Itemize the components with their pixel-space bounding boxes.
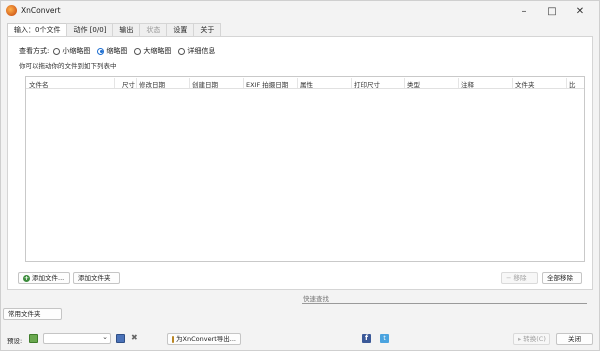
twitter-icon[interactable]: t bbox=[380, 334, 389, 343]
column-separator bbox=[512, 78, 513, 88]
column-separator bbox=[114, 78, 115, 88]
minimize-icon[interactable]: – bbox=[510, 1, 538, 21]
column-exif-date[interactable]: EXIF 拍摄日期 bbox=[246, 79, 288, 89]
column-separator bbox=[189, 78, 190, 88]
radio-icon[interactable] bbox=[178, 47, 186, 55]
radio-icon[interactable] bbox=[134, 47, 142, 55]
export-icon bbox=[172, 335, 175, 343]
close-window-icon[interactable]: ✕ bbox=[566, 1, 594, 21]
remove-all-button[interactable]: 全部移除 bbox=[542, 272, 582, 284]
input-panel: 查看方式: 小缩略图 缩略图 大缩略图 详细信息 你可以拖动你的文件到如下列表中… bbox=[7, 36, 593, 290]
save-preset-icon[interactable] bbox=[116, 334, 125, 343]
column-attributes[interactable]: 属性 bbox=[300, 79, 313, 89]
facebook-icon[interactable]: f bbox=[362, 334, 371, 343]
view-option-small-thumbnails[interactable]: 小缩略图 bbox=[53, 46, 90, 56]
app-logo-icon bbox=[6, 5, 17, 16]
column-separator bbox=[404, 78, 405, 88]
view-option-thumbnails[interactable]: 缩略图 bbox=[97, 46, 127, 56]
column-modified-date[interactable]: 修改日期 bbox=[139, 79, 165, 89]
convert-button[interactable]: ▸ 转换(C) bbox=[513, 333, 550, 345]
column-ratio[interactable]: 比 bbox=[569, 79, 576, 89]
tab-output[interactable]: 输出 bbox=[112, 23, 141, 36]
add-folder-button[interactable]: 添加文件夹 bbox=[73, 272, 120, 284]
remove-icon: − bbox=[506, 274, 512, 282]
preset-image-icon[interactable] bbox=[29, 334, 38, 343]
quick-search-input[interactable] bbox=[302, 294, 587, 304]
common-folders-button[interactable]: 常用文件夹 bbox=[3, 308, 62, 320]
convert-icon: ▸ bbox=[518, 335, 522, 343]
chevron-down-icon: ⌄ bbox=[102, 333, 108, 341]
preset-label: 预设: bbox=[7, 337, 23, 345]
column-separator bbox=[243, 78, 244, 88]
tab-status[interactable]: 状态 bbox=[139, 23, 168, 36]
tab-input[interactable]: 输入：0个文件 bbox=[7, 23, 68, 37]
window-title: XnConvert bbox=[21, 6, 61, 15]
column-type[interactable]: 类型 bbox=[407, 79, 420, 89]
preset-select[interactable]: ⌄ bbox=[43, 333, 111, 344]
view-option-large-thumbnails[interactable]: 大缩略图 bbox=[134, 46, 171, 56]
column-separator bbox=[458, 78, 459, 88]
column-created-date[interactable]: 创建日期 bbox=[192, 79, 218, 89]
file-list[interactable]: 文件名 尺寸 修改日期 创建日期 EXIF 拍摄日期 属性 打印尺寸 类型 注释… bbox=[25, 76, 585, 262]
delete-preset-icon[interactable]: ✖ bbox=[131, 333, 138, 342]
column-separator bbox=[351, 78, 352, 88]
file-list-header: 文件名 尺寸 修改日期 创建日期 EXIF 拍摄日期 属性 打印尺寸 类型 注释… bbox=[26, 77, 584, 89]
main-tabs: 输入：0个文件 动作 [0/0] 输出 状态 设置 关于 bbox=[7, 23, 222, 37]
column-separator bbox=[566, 78, 567, 88]
view-mode-label: 查看方式: bbox=[19, 47, 50, 55]
close-button[interactable]: 关闭 bbox=[556, 333, 593, 345]
radio-icon[interactable] bbox=[53, 47, 61, 55]
radio-selected-icon[interactable] bbox=[97, 47, 105, 55]
view-mode-selector: 查看方式: 小缩略图 缩略图 大缩略图 详细信息 bbox=[19, 46, 218, 56]
drop-hint: 你可以拖动你的文件到如下列表中 bbox=[19, 62, 117, 70]
add-icon: + bbox=[23, 274, 30, 282]
column-filename[interactable]: 文件名 bbox=[29, 79, 49, 89]
view-option-details[interactable]: 详细信息 bbox=[178, 46, 215, 56]
add-file-button[interactable]: + 添加文件... bbox=[18, 272, 70, 284]
maximize-icon[interactable]: □ bbox=[538, 1, 566, 21]
tab-settings[interactable]: 设置 bbox=[166, 23, 195, 36]
column-folder[interactable]: 文件夹 bbox=[515, 79, 535, 89]
remove-button[interactable]: − 移除 bbox=[501, 272, 538, 284]
tab-actions[interactable]: 动作 [0/0] bbox=[66, 23, 114, 36]
column-comment[interactable]: 注释 bbox=[461, 79, 474, 89]
column-size[interactable]: 尺寸 bbox=[122, 79, 135, 89]
export-xnconvert-button[interactable]: 为XnConvert导出... bbox=[167, 333, 241, 345]
title-bar: XnConvert – □ ✕ bbox=[1, 1, 599, 21]
bottom-bar: 预设: ⌄ ✖ 为XnConvert导出... f t ▸ 转换(C) 关闭 bbox=[1, 329, 599, 350]
column-separator bbox=[136, 78, 137, 88]
column-separator bbox=[297, 78, 298, 88]
column-print-size[interactable]: 打印尺寸 bbox=[354, 79, 380, 89]
app-window: XnConvert – □ ✕ 输入：0个文件 动作 [0/0] 输出 状态 设… bbox=[0, 0, 600, 351]
tab-about[interactable]: 关于 bbox=[193, 23, 222, 36]
